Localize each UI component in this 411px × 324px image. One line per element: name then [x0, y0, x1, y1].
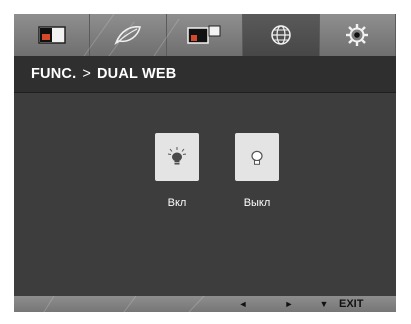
breadcrumb-section: FUNC.	[31, 66, 77, 82]
bulb-on-icon	[167, 147, 187, 165]
tab-display[interactable]	[167, 14, 244, 56]
page-header: FUNC. > DUAL WEB	[14, 56, 396, 93]
display-icon	[187, 25, 221, 44]
option-on-button[interactable]	[155, 133, 199, 181]
options-panel: Вкл Выкл	[14, 93, 396, 296]
tab-eco[interactable]	[90, 14, 167, 56]
option-off[interactable]: Выкл	[235, 133, 279, 209]
leaf-icon	[114, 26, 142, 46]
option-off-label: Выкл	[243, 197, 271, 209]
gear-icon	[346, 24, 369, 46]
option-off-button[interactable]	[235, 133, 279, 181]
tab-picture[interactable]	[14, 14, 91, 56]
option-on[interactable]: Вкл	[155, 133, 199, 209]
right-arrow-button[interactable]: ►	[282, 296, 296, 312]
down-arrow-button[interactable]: ▼	[317, 296, 331, 312]
page-title: DUAL WEB	[96, 66, 177, 82]
osd-menu: FUNC. > DUAL WEB Вкл Выкл ◄ ► ▼ EXIT	[14, 14, 396, 312]
tab-settings[interactable]	[320, 14, 396, 56]
picture-icon	[37, 26, 66, 44]
option-on-label: Вкл	[167, 197, 187, 209]
bulb-off-icon	[251, 150, 263, 165]
globe-icon	[271, 25, 291, 45]
bottom-bar: ◄ ► ▼ EXIT	[14, 296, 396, 312]
exit-button[interactable]: EXIT	[339, 296, 363, 312]
breadcrumb-separator: >	[82, 66, 91, 82]
tab-function[interactable]	[243, 14, 320, 56]
breadcrumb: FUNC. > DUAL WEB	[31, 66, 176, 82]
left-arrow-button[interactable]: ◄	[236, 296, 250, 312]
tab-bar	[14, 14, 396, 56]
